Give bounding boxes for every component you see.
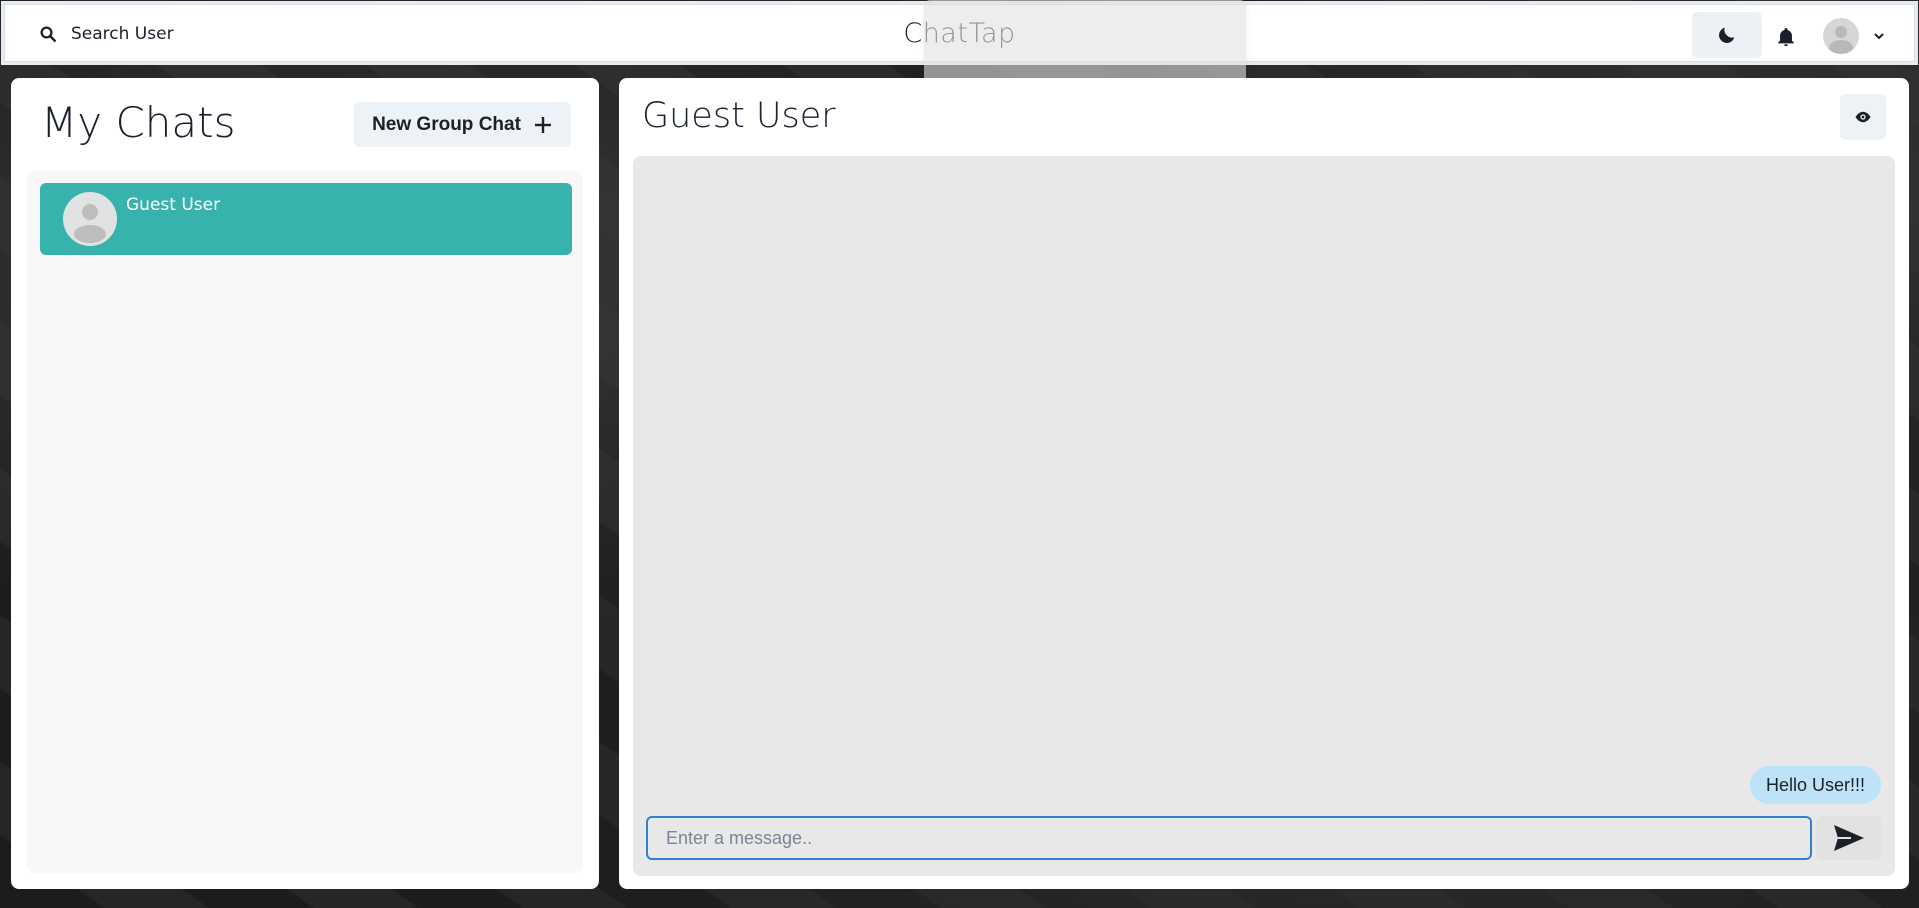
theme-toggle-button[interactable]	[1692, 12, 1762, 58]
chevron-down-icon	[1874, 33, 1884, 40]
message-bubble: Hello User!!!	[1749, 766, 1881, 804]
new-group-chat-button[interactable]: New Group Chat	[354, 102, 571, 147]
chat-name: Guest User	[126, 195, 221, 215]
eye-icon	[1855, 111, 1871, 123]
user-menu-button[interactable]	[1823, 17, 1893, 55]
new-group-chat-label: New Group Chat	[372, 113, 521, 135]
message-input[interactable]	[646, 816, 1812, 860]
moon-icon	[1719, 27, 1735, 43]
chat-list-item[interactable]: Guest User	[40, 183, 572, 255]
my-chats-panel: My Chats New Group Chat Guest User	[11, 78, 599, 889]
messages-area: Hello User!!!	[633, 156, 1895, 876]
search-icon	[40, 26, 56, 42]
plus-icon	[534, 116, 551, 133]
chat-panel: Guest User Hello User!!!	[619, 78, 1909, 889]
send-icon	[1834, 825, 1864, 851]
chat-list: Guest User	[27, 171, 583, 873]
view-profile-button[interactable]	[1840, 94, 1886, 140]
my-chats-title: My Chats	[41, 98, 236, 147]
avatar	[63, 192, 117, 246]
search-user-button[interactable]: Search User	[27, 15, 186, 53]
bell-icon[interactable]	[1775, 25, 1797, 49]
avatar	[1823, 18, 1859, 54]
chat-title: Guest User	[642, 96, 836, 136]
send-button[interactable]	[1816, 816, 1882, 860]
search-user-label: Search User	[71, 24, 174, 44]
